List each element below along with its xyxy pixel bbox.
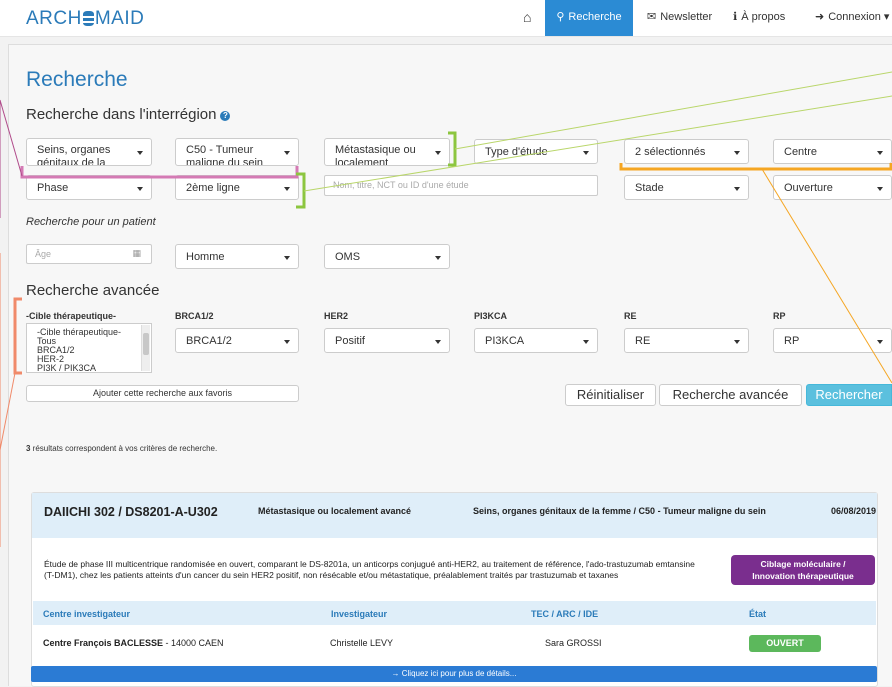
salmon-bracket [13, 297, 22, 375]
green-callout-line-2 [303, 95, 892, 192]
green-bracket-1 [448, 131, 457, 167]
orange-callout-line [761, 168, 892, 384]
annotation-overlay [0, 71, 892, 547]
green-callout-line-1 [454, 71, 892, 150]
salmon-callout-line [0, 372, 16, 451]
pink-bracket [20, 166, 299, 179]
green-bracket-2 [296, 172, 306, 209]
orange-bracket [619, 163, 892, 171]
pink-callout-line [0, 99, 23, 177]
